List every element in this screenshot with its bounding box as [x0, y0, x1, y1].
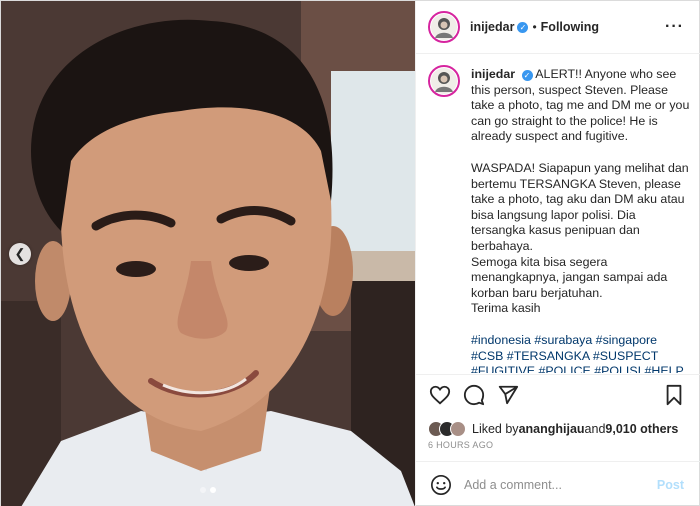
save-button[interactable]: [662, 383, 686, 407]
carousel-dot: [200, 487, 206, 493]
more-options-icon[interactable]: ···: [665, 18, 684, 36]
share-button[interactable]: [496, 383, 520, 407]
avatar[interactable]: [428, 11, 460, 43]
post-photo[interactable]: ❮: [1, 1, 415, 506]
username-link[interactable]: inijedar: [470, 20, 514, 34]
comment-box: Post: [416, 461, 700, 506]
send-icon: [498, 385, 519, 404]
liker-avatar[interactable]: [450, 421, 466, 437]
separator-dot: •: [532, 20, 537, 34]
caption-text: inijedar ✓ ALERT!! Anyone who see this p…: [471, 67, 690, 373]
caption-paragraph-2: WASPADA! Siapapun yang melihat dan berte…: [471, 160, 689, 316]
verified-badge-icon: ✓: [517, 21, 529, 33]
following-button[interactable]: Following: [541, 20, 599, 34]
verified-badge-icon: ✓: [521, 70, 533, 82]
caption-avatar[interactable]: [428, 65, 460, 97]
post-details-panel: inijedar ✓ • Following ··· inijedar ✓ AL…: [415, 1, 700, 506]
like-button[interactable]: [428, 383, 452, 407]
carousel-indicator: [200, 487, 216, 493]
heart-icon: [429, 385, 451, 404]
comment-input[interactable]: [464, 477, 654, 492]
bookmark-icon: [666, 384, 682, 405]
post-timestamp[interactable]: 6 HOURS AGO: [428, 440, 493, 450]
caption-paragraph-1: inijedar ✓ ALERT!! Anyone who see this p…: [471, 67, 690, 145]
comment-button[interactable]: [462, 383, 486, 407]
likes-summary: Liked by ananghijau and 9,010 others: [428, 419, 678, 439]
avatar-image: [431, 68, 457, 94]
caption-username-link[interactable]: inijedar: [471, 67, 515, 81]
comment-icon: [463, 384, 485, 405]
avatar-image: [431, 14, 457, 40]
caption-section: inijedar ✓ ALERT!! Anyone who see this p…: [416, 55, 700, 373]
chevron-left-icon: ❮: [14, 246, 26, 261]
likes-prefix: Liked by: [472, 422, 519, 436]
hashtags[interactable]: #indonesia #surabaya #singapore #CSB #TE…: [471, 333, 690, 373]
post-comment-button[interactable]: Post: [657, 478, 684, 492]
carousel-dot-active: [210, 487, 216, 493]
likes-middle: and: [584, 422, 606, 436]
previous-photo-button[interactable]: ❮: [9, 243, 31, 265]
portrait-photo: [1, 1, 415, 506]
liker-avatars: [428, 421, 466, 437]
action-bar: [416, 374, 700, 414]
liker-username-link[interactable]: ananghijau: [519, 422, 585, 436]
instagram-post: ❮ inijedar ✓ • Following ··· inijedar ✓ …: [0, 0, 700, 506]
post-header: inijedar ✓ • Following ···: [416, 1, 700, 54]
emoji-icon[interactable]: [430, 474, 452, 496]
likes-count-link[interactable]: 9,010 others: [605, 422, 678, 436]
